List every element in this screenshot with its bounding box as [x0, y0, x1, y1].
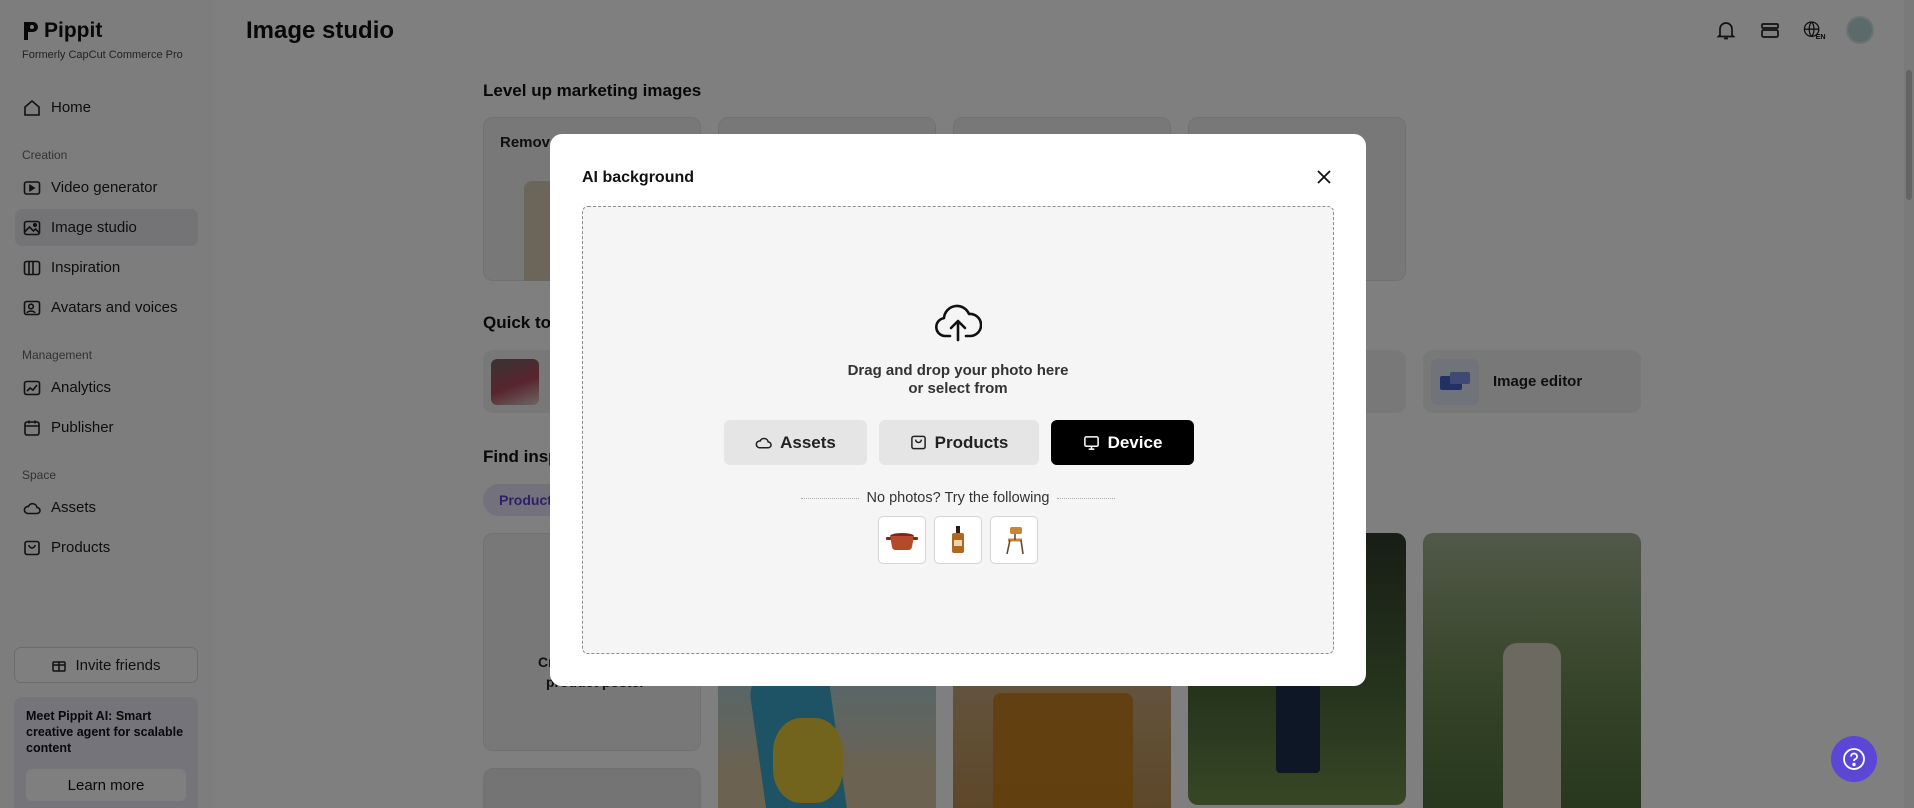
try-sample-text: No photos? Try the following	[866, 490, 1050, 506]
monitor-icon	[1083, 436, 1099, 450]
close-button[interactable]	[1314, 167, 1334, 187]
sample-images	[878, 516, 1038, 564]
modal-title: AI background	[582, 169, 695, 186]
sample-image-bottle[interactable]	[934, 516, 982, 564]
bottle-sample-icon	[952, 526, 964, 553]
device-button-label: Device	[1107, 432, 1163, 452]
cloud-icon	[755, 437, 772, 449]
chair-sample-icon	[1006, 527, 1024, 555]
help-icon	[1843, 748, 1865, 770]
dotted-divider	[1057, 497, 1116, 499]
assets-button-label: Assets	[780, 432, 836, 452]
products-button[interactable]: Products	[879, 420, 1039, 465]
drop-instructions-line1: Drag and drop your photo here	[847, 362, 1069, 379]
dotted-divider	[800, 497, 859, 499]
products-button-label: Products	[934, 432, 1009, 452]
pot-sample-icon	[886, 533, 918, 551]
sample-image-chair[interactable]	[990, 516, 1038, 564]
cloud-upload-icon	[935, 304, 982, 342]
device-button[interactable]: Device	[1051, 420, 1194, 465]
upload-dropzone[interactable]: Drag and drop your photo here or select …	[582, 206, 1334, 654]
bag-icon	[910, 435, 926, 450]
help-button[interactable]	[1831, 736, 1877, 782]
close-icon	[1317, 170, 1331, 184]
assets-button[interactable]: Assets	[724, 420, 867, 465]
sample-image-pot[interactable]	[878, 516, 926, 564]
ai-background-modal: AI background Drag and drop your photo h…	[550, 134, 1366, 686]
sample-prompt-row: No photos? Try the following	[583, 490, 1333, 506]
drop-instructions-line2: or select from	[908, 380, 1008, 397]
